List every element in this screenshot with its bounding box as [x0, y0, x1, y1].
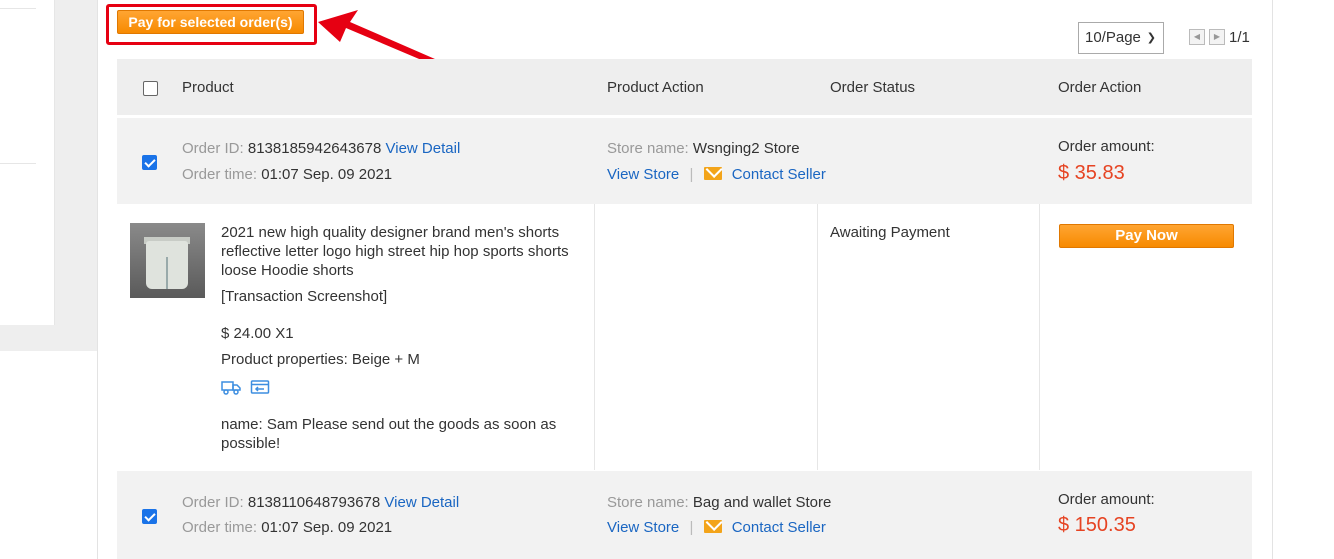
product-thumbnail[interactable] [130, 223, 205, 298]
order-id: 8138185942643678 [247, 140, 382, 157]
page-gutter [55, 0, 97, 351]
select-all-checkbox[interactable] [143, 81, 158, 96]
product-price: $ 24.00 X1 [221, 325, 294, 342]
left-sidebar [0, 0, 55, 325]
product-image-shorts [146, 241, 188, 289]
order-checkbox[interactable] [142, 155, 157, 170]
order-time-label: Order time: [182, 166, 258, 183]
mail-icon [703, 520, 722, 533]
product-title-link[interactable]: 2021 new high quality designer brand men… [221, 223, 586, 280]
order-note: name: Sam Please send out the goods as s… [221, 416, 557, 452]
next-page-button[interactable]: ▶ [1209, 29, 1225, 45]
store-actions: View Store | Contact Seller [607, 166, 826, 183]
order-time-line: Order time: 01:07 Sep. 09 2021 [182, 166, 392, 183]
column-header-product: Product [182, 79, 234, 96]
column-header-order-status: Order Status [830, 79, 916, 96]
store-name-label: Store name: [607, 140, 689, 157]
sidebar-divider [0, 8, 36, 9]
content-border-right [1272, 0, 1273, 559]
transaction-screenshot-link[interactable]: [Transaction Screenshot] [221, 288, 387, 305]
contact-seller-link[interactable]: Contact Seller [732, 166, 826, 183]
order-id-label: Order ID: [182, 140, 244, 157]
page-gutter-bottom [0, 325, 97, 351]
view-detail-link[interactable]: View Detail [386, 140, 461, 157]
view-store-link[interactable]: View Store [607, 519, 679, 536]
store-name: Bag and wallet Store [692, 494, 832, 511]
order-checkbox[interactable] [142, 509, 157, 524]
order-time: 01:07 Sep. 09 2021 [261, 519, 393, 536]
column-header-order-action: Order Action [1058, 79, 1142, 96]
store-actions: View Store | Contact Seller [607, 519, 826, 536]
order-header-row: Order ID: 8138185942643678 View Detail O… [117, 118, 1252, 204]
separator: | [689, 166, 694, 183]
order-time: 01:07 Sep. 09 2021 [261, 166, 393, 183]
column-divider [1039, 204, 1040, 470]
order-amount-label: Order amount: [1058, 138, 1155, 155]
order-amount: $ 150.35 [1058, 514, 1136, 536]
view-detail-link[interactable]: View Detail [384, 494, 459, 511]
prev-page-button[interactable]: ◀ [1189, 29, 1205, 45]
order-table-header: Product Product Action Order Status Orde… [117, 59, 1252, 115]
column-header-product-action: Product Action [607, 79, 704, 96]
order-id-line: Order ID: 8138185942643678 View Detail [182, 140, 460, 157]
page-count: 1/1 [1229, 29, 1250, 46]
order-id: 8138110648793678 [247, 494, 381, 511]
pay-now-button[interactable]: Pay Now [1059, 224, 1234, 248]
store-name-line: Store name: Wsnging2 Store [607, 140, 800, 157]
order-header-row: Order ID: 8138110648793678 View Detail O… [117, 471, 1252, 559]
column-divider [594, 204, 595, 470]
mail-icon [703, 167, 722, 180]
order-id-line: Order ID: 8138110648793678 View Detail [182, 494, 459, 511]
store-name-line: Store name: Bag and wallet Store [607, 494, 831, 511]
product-properties: Product properties: Beige + M [221, 351, 420, 368]
order-status: Awaiting Payment [830, 224, 950, 241]
store-name: Wsnging2 Store [692, 140, 800, 157]
truck-icon[interactable] [221, 379, 241, 395]
chevron-down-icon: ❯ [1146, 32, 1156, 44]
content-border-left [97, 0, 98, 559]
contact-seller-link[interactable]: Contact Seller [732, 519, 826, 536]
per-page-value: 10/Page [1085, 29, 1141, 46]
column-divider [817, 204, 818, 470]
pay-selected-orders-button[interactable]: Pay for selected order(s) [117, 10, 304, 34]
separator: | [689, 519, 694, 536]
per-page-select[interactable]: 10/Page ❯ [1078, 22, 1164, 54]
order-id-label: Order ID: [182, 494, 244, 511]
view-store-link[interactable]: View Store [607, 166, 679, 183]
return-icon[interactable] [250, 379, 270, 395]
order-amount: $ 35.83 [1058, 162, 1125, 184]
store-name-label: Store name: [607, 494, 689, 511]
order-time-label: Order time: [182, 519, 258, 536]
order-amount-label: Order amount: [1058, 491, 1155, 508]
sidebar-divider [0, 163, 36, 164]
order-time-line: Order time: 01:07 Sep. 09 2021 [182, 519, 392, 536]
